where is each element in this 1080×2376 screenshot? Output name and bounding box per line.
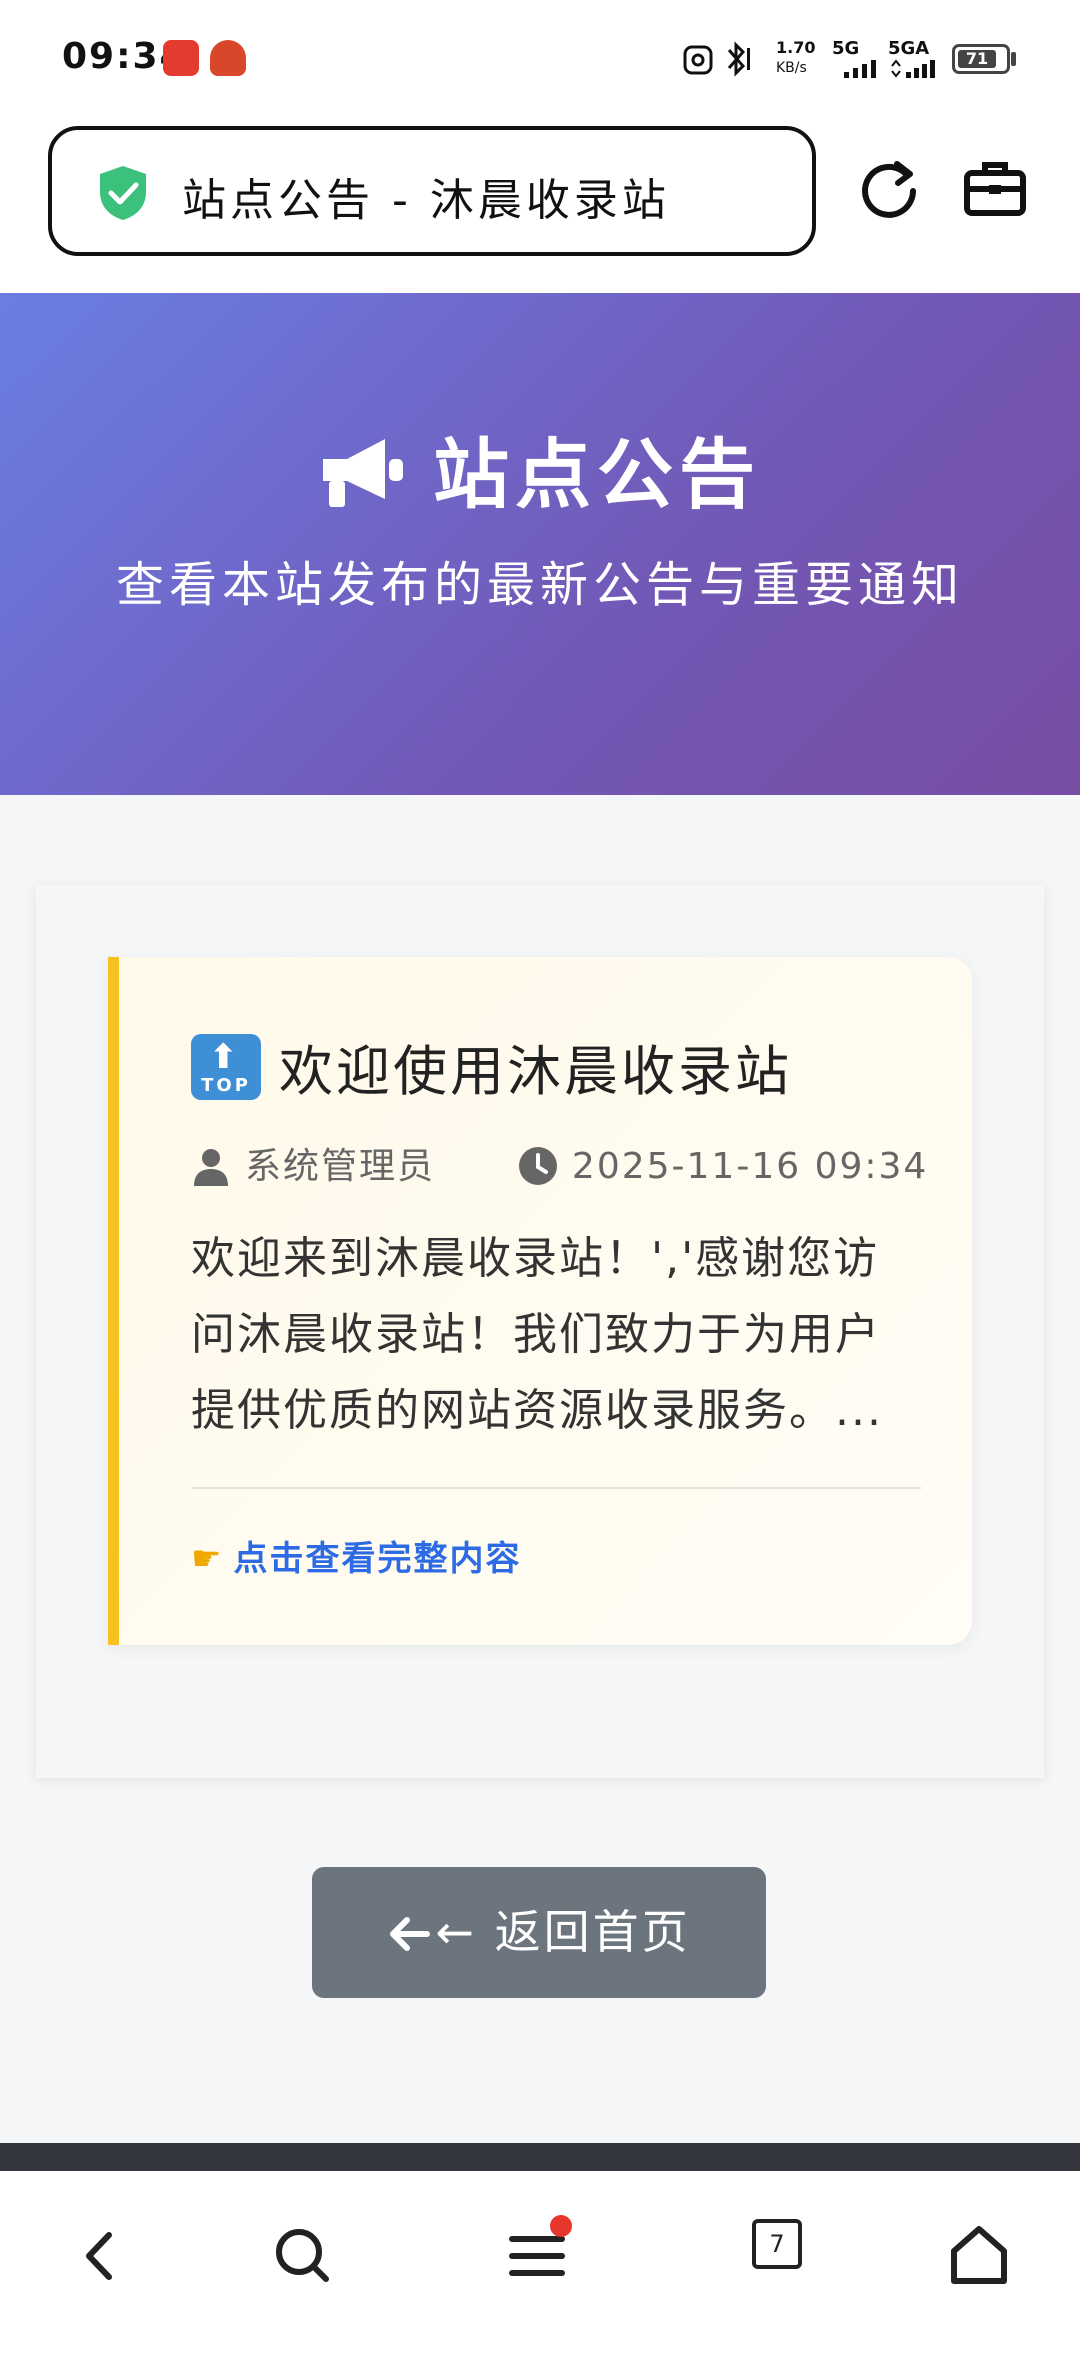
toolbox-icon[interactable] (962, 156, 1028, 222)
bluetooth-icon (727, 41, 750, 77)
menu-notification-dot (550, 2215, 572, 2237)
signal-icon-1 (844, 60, 876, 78)
browser-bottom-nav: 7 (0, 2171, 1080, 2376)
battery-cap (1011, 52, 1016, 66)
read-more-link[interactable]: ☛ 点击查看完整内容 (191, 1531, 521, 1580)
address-bar[interactable]: 站点公告 - 沐晨收录站 (48, 126, 816, 256)
net-speed: 1.70 (776, 38, 816, 57)
back-home-label: ← 返回首页 (435, 1905, 691, 1959)
announcement-title: 欢迎使用沐晨收录站 (279, 1040, 792, 1103)
browser-toolbar: 站点公告 - 沐晨收录站 (0, 118, 1080, 293)
battery-icon: 71 (952, 44, 1010, 74)
pointing-hand-icon: ☛ (191, 1539, 224, 1579)
user-icon (194, 1149, 228, 1186)
hero-title: 站点公告 (433, 430, 761, 519)
sim1-label: 5G (832, 38, 860, 59)
app-notification-icon (163, 40, 199, 76)
tab-count: 7 (769, 2230, 785, 2258)
battery-level: 71 (958, 50, 996, 68)
announcement-excerpt: 欢迎来到沐晨收录站！','感谢您访问沐晨收录站！我们致力于为用户提供优质的网站资… (191, 1233, 883, 1436)
address-bar-title: 站点公告 - 沐晨收录站 (182, 175, 670, 226)
announcement-author: 系统管理员 (245, 1146, 436, 1187)
sim2-label: 5GA (888, 38, 930, 59)
search-icon[interactable] (268, 2221, 338, 2291)
back-home-button[interactable]: ← 返回首页 (312, 1867, 766, 1998)
status-bar: 09:34 1.70 KB/s 5G 5GA 71 (0, 0, 1080, 118)
refresh-icon[interactable] (856, 156, 922, 222)
tabs-button[interactable]: 7 (752, 2219, 802, 2269)
hero-subtitle: 查看本站发布的最新公告与重要通知 (115, 557, 964, 613)
announcement-heading: ⬆ TOP 欢迎使用沐晨收录站 (191, 1027, 792, 1106)
announcement-card[interactable]: ⬆ TOP 欢迎使用沐晨收录站 系统管理员 2025-11-16 09:34 欢迎来… (108, 957, 972, 1645)
back-icon[interactable] (65, 2221, 135, 2291)
arrow-left-icon (390, 1917, 431, 1951)
site-footer (0, 2143, 1080, 2171)
megaphone-icon (323, 439, 403, 507)
card-divider (191, 1487, 921, 1489)
home-icon[interactable] (944, 2221, 1014, 2291)
hero-banner: 站点公告 查看本站发布的最新公告与重要通知 (0, 293, 1080, 795)
announcement-datetime: 2025-11-16 09:34 (571, 1146, 929, 1187)
nfc-icon (683, 45, 713, 75)
net-speed-unit: KB/s (776, 60, 807, 76)
signal-icon-2 (891, 59, 935, 78)
clock-icon (518, 1147, 557, 1185)
announcement-meta: 系统管理员 2025-11-16 09:34 (191, 1137, 928, 1189)
read-more-label: 点击查看完整内容 (233, 1539, 522, 1579)
shield-check-icon (100, 166, 146, 220)
app-notification-icon-2 (210, 40, 246, 76)
hero-heading: 站点公告 (0, 413, 1080, 523)
top-icon: ⬆ TOP (191, 1034, 261, 1100)
